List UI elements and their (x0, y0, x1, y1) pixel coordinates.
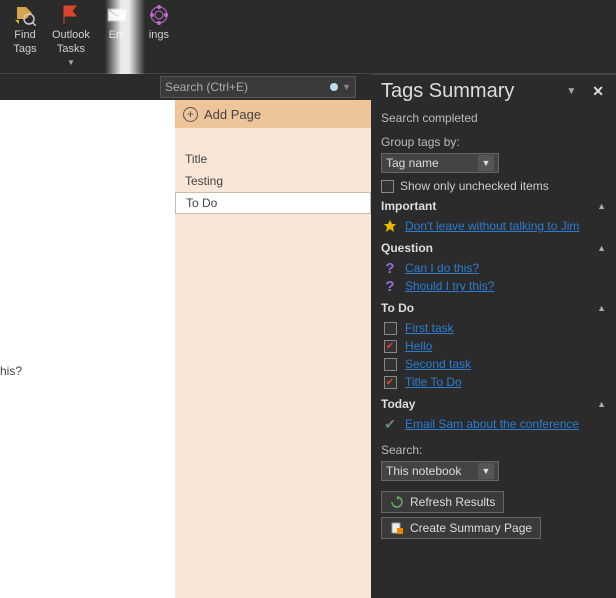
page-strip: his? + Add Page TitleTestingTo Do (0, 100, 371, 598)
group-name: Today (381, 397, 415, 411)
panel-title: Tags Summary (381, 80, 556, 103)
close-icon[interactable]: ✕ (586, 83, 610, 100)
checkbox-icon[interactable]: ✔ (383, 339, 397, 353)
group-name: Question (381, 241, 433, 255)
tag-link[interactable]: Hello (405, 339, 432, 353)
tag-row: ✔ Hello (381, 337, 606, 355)
note-canvas[interactable]: his? (0, 100, 175, 598)
add-page-button[interactable]: + Add Page (175, 100, 371, 128)
tag-row: ? Should I try this? (381, 277, 606, 295)
tag-row: ✔ Title To Do (381, 373, 606, 391)
search-input[interactable]: Search (Ctrl+E) ▼ (160, 76, 356, 98)
page-list: + Add Page TitleTestingTo Do (175, 100, 371, 598)
question-icon: ? (383, 279, 397, 293)
chevron-up-icon: ▲ (597, 243, 606, 253)
tag-link[interactable]: Second task (405, 357, 471, 371)
panel-menu-icon[interactable]: ▼ (556, 86, 586, 97)
checkbox-icon[interactable]: ✔ (384, 376, 397, 389)
checkbox-icon[interactable] (383, 321, 397, 335)
tag-row: Second task (381, 355, 606, 373)
outlook-tasks-label: Outlook Tasks (52, 28, 90, 56)
star-icon (383, 219, 397, 233)
checkbox-icon[interactable]: ✔ (383, 375, 397, 389)
dropdown-icon: ▼ (67, 56, 75, 70)
group-header[interactable]: Question ▲ (381, 241, 606, 255)
tag-row: ? Can I do this? (381, 259, 606, 277)
tag-link[interactable]: Email Sam about the conference (405, 417, 579, 431)
tag-row: Don't leave without talking to Jim (381, 217, 606, 235)
search-status: Search completed (381, 111, 606, 125)
show-unchecked-label: Show only unchecked items (400, 179, 549, 193)
content-row: Search (Ctrl+E) ▼ his? + Add Page TitleT… (0, 74, 616, 598)
search-scope-label: Search: (381, 443, 606, 457)
plus-icon: + (183, 107, 198, 122)
checkbox-icon[interactable] (383, 357, 397, 371)
flag-icon (60, 4, 82, 26)
search-scope-value: This notebook (386, 464, 461, 478)
main-column: Search (Ctrl+E) ▼ his? + Add Page TitleT… (0, 74, 371, 598)
panel-header: Tags Summary ▼ ✕ (371, 75, 616, 107)
question-icon: ? (383, 261, 397, 275)
envelope-icon (106, 4, 128, 26)
find-tags-label: Find Tags (13, 28, 36, 56)
tag-link[interactable]: Can I do this? (405, 261, 479, 275)
meetings-label: ings (149, 28, 169, 42)
group-header[interactable]: Today ▲ (381, 397, 606, 411)
meetings-label-2 (157, 42, 160, 56)
tag-link[interactable]: First task (405, 321, 454, 335)
search-scope-dot[interactable] (330, 83, 338, 91)
chevron-down-icon: ▼ (478, 463, 494, 479)
tag-link[interactable]: Don't leave without talking to Jim (405, 219, 579, 233)
ribbon: Find Tags Outlook Tasks ▼ Em ings (0, 0, 616, 74)
group-by-select[interactable]: Tag name ▼ (381, 153, 499, 173)
group-header[interactable]: To Do ▲ (381, 301, 606, 315)
email-label: Em (109, 28, 126, 42)
email-page-button[interactable]: Em (96, 0, 138, 73)
search-row: Search (Ctrl+E) ▼ (0, 74, 371, 100)
group-header[interactable]: Important ▲ (381, 199, 606, 213)
tag-row: ✔ Email Sam about the conference (381, 415, 606, 433)
checkbox-icon[interactable]: ✔ (384, 340, 397, 353)
meeting-icon (148, 4, 170, 26)
summary-label: Create Summary Page (410, 521, 532, 535)
create-summary-button[interactable]: Create Summary Page (381, 517, 541, 539)
tags-summary-panel: Tags Summary ▼ ✕ Search completed Group … (371, 74, 616, 598)
page-item[interactable]: To Do (175, 192, 371, 214)
group-name: Important (381, 199, 436, 213)
email-label-2 (115, 42, 118, 56)
group-name: To Do (381, 301, 414, 315)
search-placeholder: Search (Ctrl+E) (165, 80, 248, 94)
group-by-value: Tag name (386, 156, 439, 170)
chevron-down-icon[interactable]: ▼ (342, 82, 351, 92)
add-page-label: Add Page (204, 107, 261, 122)
page-item[interactable]: Title (175, 148, 371, 170)
meeting-details-button[interactable]: ings (138, 0, 180, 73)
tag-search-icon (14, 4, 36, 26)
chevron-down-icon: ▼ (478, 155, 494, 171)
checkbox-icon[interactable] (384, 322, 397, 335)
checkbox-icon[interactable] (381, 180, 394, 193)
chevron-up-icon: ▲ (597, 399, 606, 409)
checkbox-icon[interactable] (384, 358, 397, 371)
tag-row: First task (381, 319, 606, 337)
group-by-label: Group tags by: (381, 135, 606, 149)
note-fragment: his? (0, 364, 22, 378)
tag-link[interactable]: Title To Do (405, 375, 462, 389)
refresh-results-button[interactable]: Refresh Results (381, 491, 504, 513)
chevron-up-icon: ▲ (597, 201, 606, 211)
refresh-label: Refresh Results (410, 495, 495, 509)
show-unchecked-row[interactable]: Show only unchecked items (381, 179, 606, 193)
page-item[interactable]: Testing (175, 170, 371, 192)
panel-body: Search completed Group tags by: Tag name… (371, 107, 616, 549)
check-dim-icon: ✔ (383, 417, 397, 431)
find-tags-button[interactable]: Find Tags (4, 0, 46, 73)
page-icon (390, 521, 404, 535)
outlook-tasks-button[interactable]: Outlook Tasks ▼ (46, 0, 96, 73)
search-scope-select[interactable]: This notebook ▼ (381, 461, 499, 481)
refresh-icon (390, 495, 404, 509)
chevron-up-icon: ▲ (597, 303, 606, 313)
tag-link[interactable]: Should I try this? (405, 279, 494, 293)
